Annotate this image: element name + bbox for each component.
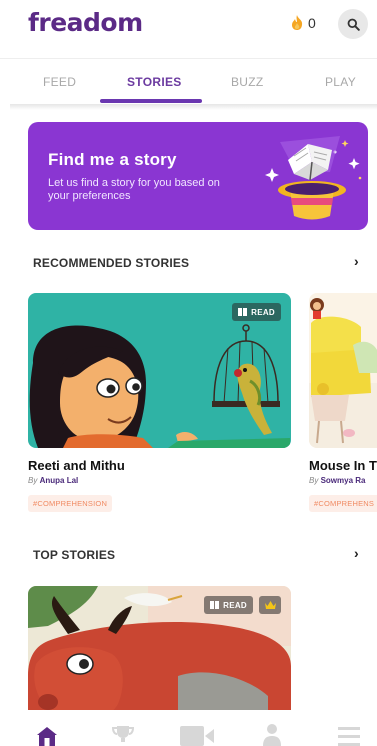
premium-badge <box>259 596 281 614</box>
story-tag[interactable]: #COMPREHENSION <box>28 495 113 512</box>
nav-videos[interactable] <box>180 726 214 746</box>
book-icon <box>238 308 248 316</box>
video-camera-icon <box>180 726 214 746</box>
story-card-reeti-and-mithu[interactable]: READ Reeti and Mithu By Anupa Lal #COMPR… <box>28 293 291 515</box>
read-badge: READ <box>204 596 253 614</box>
author-name[interactable]: Sowmya Ra <box>321 476 366 485</box>
profile-icon <box>263 724 281 746</box>
read-badge-label: READ <box>251 307 275 317</box>
author-by-label: By <box>28 476 38 485</box>
coins-count: 0 <box>308 14 316 31</box>
find-story-banner[interactable]: Find me a story Let us find a story for … <box>28 122 368 230</box>
top-stories-section-title: TOP STORIES <box>33 548 116 562</box>
nav-home[interactable] <box>36 724 58 746</box>
story-author: By Sowmya Ra <box>309 476 365 485</box>
story-title: Reeti and Mithu <box>28 458 125 473</box>
nav-trophy[interactable] <box>111 724 135 746</box>
story-cover-image: READ <box>28 586 291 710</box>
flame-icon <box>292 15 303 30</box>
bottom-navigation <box>0 710 377 746</box>
tabs-divider <box>10 104 377 110</box>
crown-icon <box>264 601 276 609</box>
story-cover-image <box>309 293 377 448</box>
nav-menu[interactable] <box>338 726 360 746</box>
tab-feed[interactable]: FEED <box>43 75 76 89</box>
nav-profile[interactable] <box>262 724 282 746</box>
top-tabs: FEED STORIES BUZZ PLAY <box>0 58 377 104</box>
app-logo[interactable]: freadom <box>28 8 143 37</box>
home-icon <box>37 727 57 746</box>
story-title: Mouse In T <box>309 458 377 473</box>
author-by-label: By <box>309 476 319 485</box>
story-card-mouse-in[interactable]: Mouse In T By Sowmya Ra #COMPREHENS <box>309 293 377 515</box>
search-icon <box>347 18 360 31</box>
read-badge: READ <box>232 303 281 321</box>
search-button[interactable] <box>338 9 368 39</box>
trophy-icon <box>111 726 135 742</box>
banner-title: Find me a story <box>48 150 177 169</box>
recommended-see-all-chevron[interactable]: › <box>354 253 359 269</box>
active-tab-indicator <box>100 99 202 103</box>
author-name[interactable]: Anupa Lal <box>40 476 79 485</box>
top-story-card[interactable]: READ <box>28 586 291 710</box>
tab-buzz[interactable]: BUZZ <box>231 75 264 89</box>
tab-play[interactable]: PLAY <box>325 75 356 89</box>
story-cover-image: READ <box>28 293 291 448</box>
tab-stories[interactable]: STORIES <box>127 75 182 89</box>
story-illustration-mouse-room <box>309 293 377 448</box>
story-author: By Anupa Lal <box>28 476 78 485</box>
top-stories-see-all-chevron[interactable]: › <box>354 545 359 561</box>
app-header: freadom 0 <box>0 0 377 56</box>
read-badge-label: READ <box>223 600 247 610</box>
banner-subtitle: Let us find a story for you based on you… <box>48 177 220 202</box>
magic-hat-book-icon <box>265 136 362 220</box>
book-icon <box>210 601 220 609</box>
coins-counter[interactable]: 0 <box>290 14 316 31</box>
story-tag[interactable]: #COMPREHENS <box>309 495 377 512</box>
recommended-section-title: RECOMMENDED STORIES <box>33 256 190 270</box>
menu-icon <box>338 727 360 746</box>
